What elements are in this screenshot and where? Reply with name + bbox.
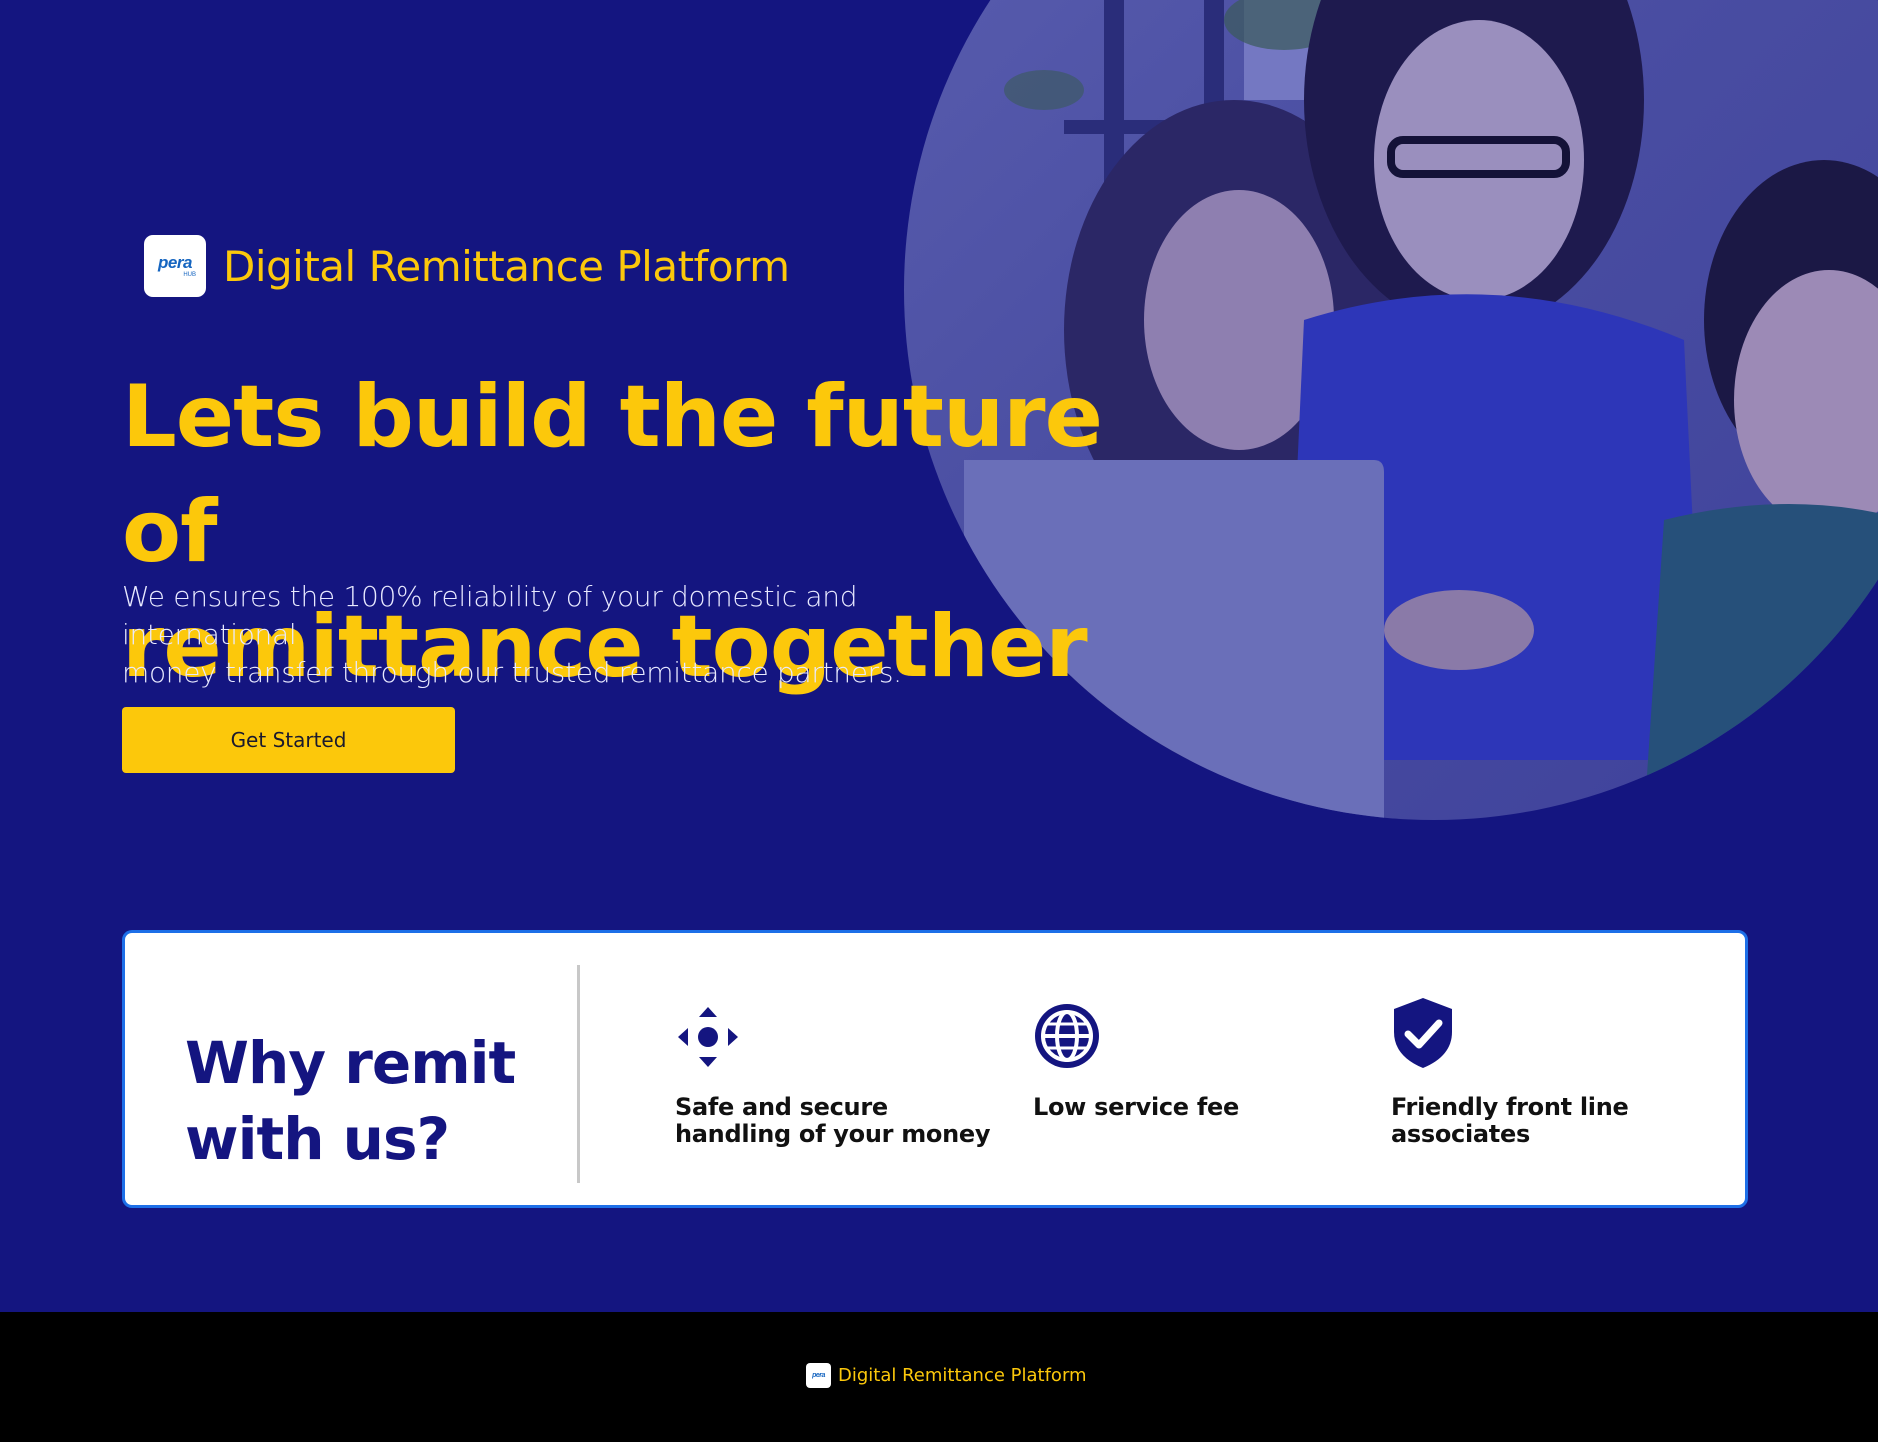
- globe-icon: [1033, 998, 1353, 1070]
- feature-associates-line-1: Friendly front line: [1391, 1093, 1629, 1121]
- shield-check-icon: [1391, 998, 1711, 1070]
- logo: pera HUB: [144, 235, 206, 297]
- brand-title: Digital Remittance Platform: [223, 241, 790, 291]
- subtext-line-2: money transfer through our trusted remit…: [122, 656, 902, 689]
- why-title-line-2: with us?: [185, 1105, 450, 1173]
- feature-secure-line-1: Safe and secure: [675, 1093, 888, 1121]
- brand-header[interactable]: pera HUB Digital Remittance Platform: [144, 235, 790, 297]
- feature-fee-line-1: Low service fee: [1033, 1093, 1239, 1121]
- feature-associates: Friendly front line associates: [1391, 998, 1711, 1148]
- feature-associates-label: Friendly front line associates: [1391, 1094, 1711, 1148]
- feature-fee-label: Low service fee: [1033, 1094, 1353, 1121]
- footer-title: Digital Remittance Platform: [838, 1365, 1087, 1386]
- feature-secure-label: Safe and secure handling of your money: [675, 1094, 995, 1148]
- feature-secure: Safe and secure handling of your money: [675, 998, 995, 1148]
- headline-line-1: Lets build the future of: [122, 367, 1103, 582]
- logo-sub: HUB: [183, 272, 196, 278]
- footer-brand[interactable]: pera Digital Remittance Platform: [806, 1363, 1087, 1388]
- footer-logo: pera: [806, 1363, 831, 1388]
- get-started-button[interactable]: Get Started: [122, 707, 455, 773]
- hero-subtext: We ensures the 100% reliability of your …: [122, 578, 1022, 692]
- card-divider: [577, 965, 580, 1183]
- why-remit-card: Why remit with us? Safe and secure handl…: [122, 930, 1748, 1208]
- feature-associates-line-2: associates: [1391, 1120, 1530, 1148]
- feature-fee: Low service fee: [1033, 998, 1353, 1121]
- hero-section: pera HUB Digital Remittance Platform Let…: [0, 0, 1878, 1312]
- footer-logo-wordmark: pera: [812, 1372, 825, 1379]
- feature-secure-line-2: handling of your money: [675, 1120, 991, 1148]
- move-arrows-icon: [675, 998, 995, 1070]
- why-title-line-1: Why remit: [185, 1029, 516, 1097]
- why-remit-title: Why remit with us?: [185, 1025, 545, 1177]
- subtext-line-1: We ensures the 100% reliability of your …: [122, 580, 858, 651]
- footer: pera Digital Remittance Platform: [0, 1312, 1878, 1442]
- logo-wordmark: pera: [158, 253, 192, 272]
